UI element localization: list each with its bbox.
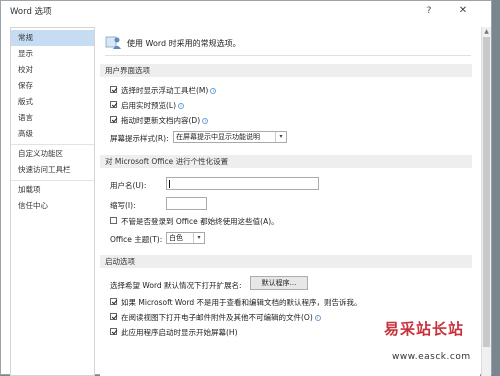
update-while-dragging-label: 拖动时更新文档内容(D) i	[121, 115, 209, 126]
general-settings-icon	[105, 36, 121, 49]
scroll-up-arrow-icon[interactable]: ▲	[483, 28, 490, 35]
show-mini-toolbar-checkbox[interactable]	[110, 86, 117, 93]
initials-field[interactable]	[166, 197, 207, 210]
sidebar-item-customize-ribbon[interactable]: 自定义功能区	[11, 146, 94, 162]
scrollbar-thumb[interactable]	[483, 37, 490, 347]
reading-view-attachments-checkbox[interactable]	[110, 313, 117, 320]
sidebar-item-layout[interactable]: 版式	[11, 94, 94, 110]
close-button[interactable]: ✕	[453, 3, 473, 18]
show-mini-toolbar-label: 选择时显示浮动工具栏(M) i	[121, 85, 217, 96]
reading-view-attachments-label: 在阅读视图下打开电子邮件附件及其他不可编辑的文件(O) i	[121, 312, 321, 323]
show-start-screen-label: 此应用程序启动时显示开始屏幕(H)	[121, 328, 238, 337]
sidebar-item-save[interactable]: 保存	[11, 78, 94, 94]
sidebar-item-language[interactable]: 语言	[11, 110, 94, 126]
default-programs-button[interactable]: 默认程序...	[250, 276, 308, 290]
tell-me-default-program-checkbox[interactable]	[110, 298, 117, 305]
intro-divider	[105, 55, 471, 56]
vertical-scrollbar[interactable]: ▲	[481, 27, 491, 376]
sidebar-item-quick-access-toolbar[interactable]: 快速访问工具栏	[11, 162, 94, 178]
sidebar-item-display[interactable]: 显示	[11, 46, 94, 62]
screentip-style-select[interactable]: 在屏幕提示中显示功能说明 ▾	[173, 131, 287, 143]
ui-options-header: 用户界面选项	[100, 64, 472, 77]
office-theme-label: Office 主题(T):	[110, 235, 163, 244]
sidebar-divider	[11, 144, 94, 145]
info-icon: i	[178, 103, 185, 109]
office-theme-value: 白色	[169, 234, 183, 242]
live-preview-checkbox[interactable]	[110, 101, 117, 108]
sidebar-item-proofing[interactable]: 校对	[11, 62, 94, 78]
watermark-title: 易采站长站	[384, 320, 465, 338]
help-button[interactable]: ?	[422, 4, 436, 18]
show-start-screen-checkbox[interactable]	[110, 328, 117, 335]
sidebar-item-trust-center[interactable]: 信任中心	[11, 198, 94, 214]
office-theme-select[interactable]: 白色 ▾	[166, 232, 205, 244]
info-icon: i	[210, 88, 217, 94]
chevron-down-icon: ▾	[193, 233, 204, 243]
window-title: Word 选项	[10, 7, 52, 17]
screentip-style-label: 屏幕提示样式(R):	[110, 134, 169, 143]
initials-label: 缩写(I):	[110, 201, 136, 210]
always-use-values-checkbox[interactable]	[110, 217, 117, 224]
info-icon: i	[314, 315, 321, 321]
sidebar: 常规 显示 校对 保存 版式 语言 高级 自定义功能区 快速访问工具栏 加载项 …	[10, 27, 95, 376]
info-icon: i	[202, 118, 209, 124]
always-use-values-label: 不管是否登录到 Office 都始终使用这些值(A)。	[121, 217, 279, 226]
title-bar: Word 选项 ? ✕	[1, 1, 491, 21]
username-label: 用户名(U):	[110, 181, 147, 190]
sidebar-divider	[11, 180, 94, 181]
update-while-dragging-checkbox[interactable]	[110, 116, 117, 123]
screentip-style-value: 在屏幕提示中显示功能说明	[176, 133, 260, 141]
chevron-down-icon: ▾	[275, 132, 286, 142]
intro-text: 使用 Word 时采用的常规选项。	[127, 39, 241, 48]
sidebar-item-advanced[interactable]: 高级	[11, 126, 94, 142]
username-field[interactable]	[166, 177, 319, 190]
sidebar-item-general[interactable]: 常规	[11, 30, 94, 46]
startup-options-header: 启动选项	[100, 255, 472, 268]
live-preview-label: 启用实时预览(L) i	[121, 100, 185, 111]
tell-me-default-program-label: 如果 Microsoft Word 不是用于查看和编辑文档的默认程序，则告诉我。	[121, 298, 362, 307]
text-caret	[169, 180, 170, 188]
personalize-header: 对 Microsoft Office 进行个性化设置	[100, 155, 472, 168]
sidebar-item-add-ins[interactable]: 加载项	[11, 182, 94, 198]
watermark-url: www.easck.com	[392, 352, 471, 362]
default-extensions-label: 选择希望 Word 默认情况下打开扩展名:	[110, 281, 242, 290]
